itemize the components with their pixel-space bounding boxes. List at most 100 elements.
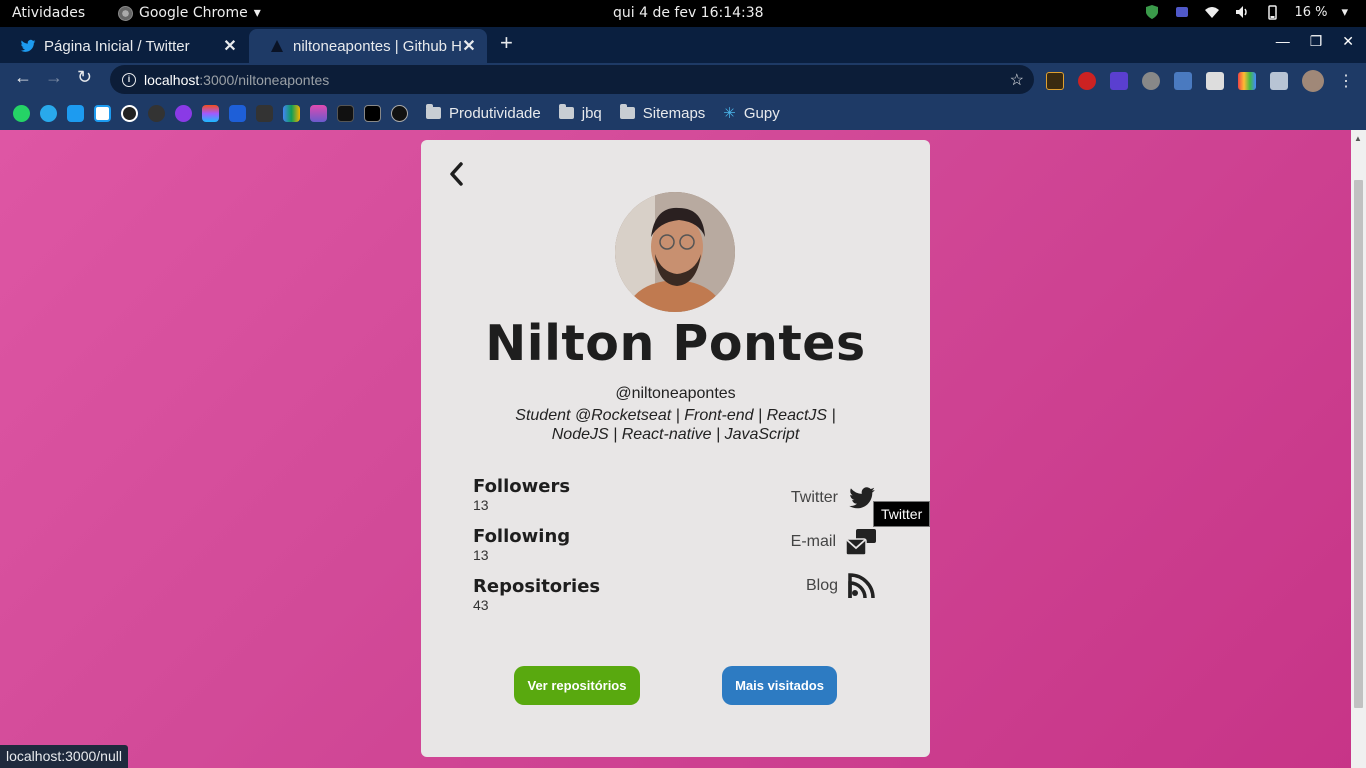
github-icon[interactable] — [148, 104, 165, 122]
stat-following: Following 13 — [473, 526, 600, 576]
teams-icon[interactable] — [1174, 4, 1190, 20]
bookmark-folder-sitemaps[interactable]: Sitemaps — [619, 104, 705, 122]
check-icon[interactable] — [121, 104, 138, 122]
tooltip: Twitter — [873, 501, 931, 527]
adblock-icon[interactable] — [1078, 72, 1096, 90]
bookmark-label: Gupy — [743, 104, 780, 122]
back-chevron-icon[interactable] — [447, 162, 467, 186]
gear-extension-icon[interactable] — [1142, 72, 1160, 90]
png-icon[interactable] — [256, 104, 273, 122]
stack-icon[interactable] — [310, 104, 327, 122]
address-bar[interactable]: i localhost:3000/niltoneapontes ☆ — [110, 65, 1034, 94]
meet-icon[interactable] — [283, 104, 300, 122]
clock[interactable]: qui 4 de fev 16:14:38 — [613, 5, 764, 21]
twitter-link[interactable]: Twitter — [791, 476, 878, 520]
bookmark-label: Produtividade — [449, 104, 541, 122]
system-top-bar: Atividades Google Chrome ▾ qui 4 de fev … — [0, 0, 1366, 27]
figma-icon[interactable] — [202, 104, 219, 122]
stat-label: Following — [473, 526, 571, 547]
bookmark-gupy[interactable]: ✳ Gupy — [723, 104, 780, 123]
volume-icon[interactable] — [1234, 4, 1250, 20]
close-icon[interactable]: ✕ — [222, 36, 238, 56]
triangle-icon — [271, 40, 283, 52]
vercel-icon[interactable] — [337, 104, 354, 122]
link-label: E-mail — [790, 533, 836, 550]
url-path: :3000/niltoneapontes — [199, 71, 330, 88]
scrollbar-thumb[interactable] — [1354, 180, 1363, 708]
dark-app-icon[interactable] — [364, 104, 381, 122]
link-status-bubble: localhost:3000/null — [0, 745, 128, 768]
stat-value: 43 — [473, 597, 489, 613]
new-tab-button[interactable]: + — [500, 30, 513, 56]
page-scrollbar[interactable]: ▲ — [1351, 130, 1366, 768]
eye-icon[interactable] — [175, 104, 192, 122]
battery-icon[interactable] — [1264, 4, 1280, 20]
kebab-menu-icon[interactable]: ⋮ — [1338, 71, 1354, 91]
calendar-icon[interactable] — [94, 104, 111, 122]
twitter-icon[interactable] — [67, 104, 84, 122]
view-repos-button[interactable]: Ver repositórios — [514, 666, 640, 705]
window-controls: — ❐ ✕ — [1276, 33, 1354, 50]
bookmark-folder-jbq[interactable]: jbq — [558, 104, 602, 122]
scroll-up-arrow-icon[interactable]: ▲ — [1354, 134, 1362, 143]
back-arrow-icon[interactable]: ← — [14, 67, 32, 88]
minimize-icon[interactable]: — — [1276, 33, 1290, 50]
stat-value: 13 — [473, 497, 489, 513]
a-icon[interactable] — [391, 104, 408, 122]
wifi-icon[interactable] — [1204, 4, 1220, 20]
shield-icon[interactable] — [1144, 4, 1160, 20]
k-extension-icon[interactable] — [1046, 72, 1064, 90]
stat-repositories: Repositories 43 — [473, 576, 600, 626]
url-host: localhost — [144, 71, 200, 88]
purple-extension-icon[interactable] — [1110, 72, 1128, 90]
activities-button[interactable]: Atividades — [12, 5, 85, 21]
system-tray[interactable]: 16 % ▾ — [1144, 4, 1348, 20]
close-window-icon[interactable]: ✕ — [1342, 33, 1354, 50]
profile-avatar-icon[interactable] — [1302, 70, 1324, 92]
stat-followers: Followers 13 — [473, 476, 600, 526]
chrome-icon — [118, 5, 133, 21]
bookmark-star-icon[interactable]: ☆ — [1010, 70, 1024, 90]
folder-icon — [619, 104, 635, 119]
bookmark-label: jbq — [581, 104, 602, 122]
stat-value: 13 — [473, 547, 489, 563]
bookmark-folder-produtividade[interactable]: Produtividade — [426, 104, 541, 122]
chevron-down-icon[interactable]: ▾ — [1341, 5, 1348, 20]
profile-name: Nilton Pontes — [485, 315, 866, 372]
maximize-icon[interactable]: ❐ — [1310, 33, 1323, 50]
app-menu[interactable]: Google Chrome ▾ — [118, 5, 261, 21]
telegram-icon[interactable] — [40, 104, 57, 122]
color-extension-icon[interactable] — [1238, 72, 1256, 90]
folder-icon — [558, 104, 574, 119]
profile-card: Nilton Pontes @niltoneapontes Student @R… — [421, 140, 931, 757]
twitter-icon — [20, 39, 36, 52]
pen-extension-icon[interactable] — [1174, 72, 1192, 90]
m-icon[interactable] — [229, 104, 246, 122]
most-visited-button[interactable]: Mais visitados — [722, 666, 837, 705]
profile-links: Twitter E-mail Blog — [791, 476, 878, 608]
tab-github-profile[interactable]: niltoneapontes | Github H ✕ — [249, 29, 487, 63]
profile-bio: Student @Rocketseat | Front-end | ReactJ… — [515, 407, 836, 443]
app-name: Google Chrome — [139, 5, 248, 21]
tab-title: Página Inicial / Twitter — [44, 37, 190, 55]
tab-twitter[interactable]: Página Inicial / Twitter ✕ — [0, 29, 248, 63]
extensions-area: ⋮ — [1046, 70, 1354, 92]
browser-toolbar: ← → ↻ i localhost:3000/niltoneapontes ☆ … — [0, 63, 1366, 96]
profile-stats: Followers 13 Following 13 Repositories 4… — [473, 476, 600, 626]
avatar-photo — [615, 192, 735, 312]
blog-link[interactable]: Blog — [791, 564, 878, 608]
puzzle-icon[interactable] — [1270, 72, 1288, 90]
link-label: Blog — [805, 577, 838, 594]
gupy-icon: ✳ — [723, 105, 736, 122]
info-icon[interactable]: i — [122, 72, 136, 87]
mail-icon[interactable] — [844, 527, 878, 557]
screen-extension-icon[interactable] — [1206, 72, 1224, 90]
forward-arrow-icon[interactable]: → — [45, 67, 63, 88]
page-viewport: Nilton Pontes @niltoneapontes Student @R… — [0, 130, 1366, 768]
whatsapp-icon[interactable] — [13, 104, 30, 122]
battery-level: 16 % — [1294, 4, 1328, 20]
rss-icon[interactable] — [846, 570, 878, 602]
close-icon[interactable]: ✕ — [461, 36, 477, 56]
email-link[interactable]: E-mail — [791, 520, 878, 564]
reload-icon[interactable]: ↻ — [77, 67, 92, 88]
